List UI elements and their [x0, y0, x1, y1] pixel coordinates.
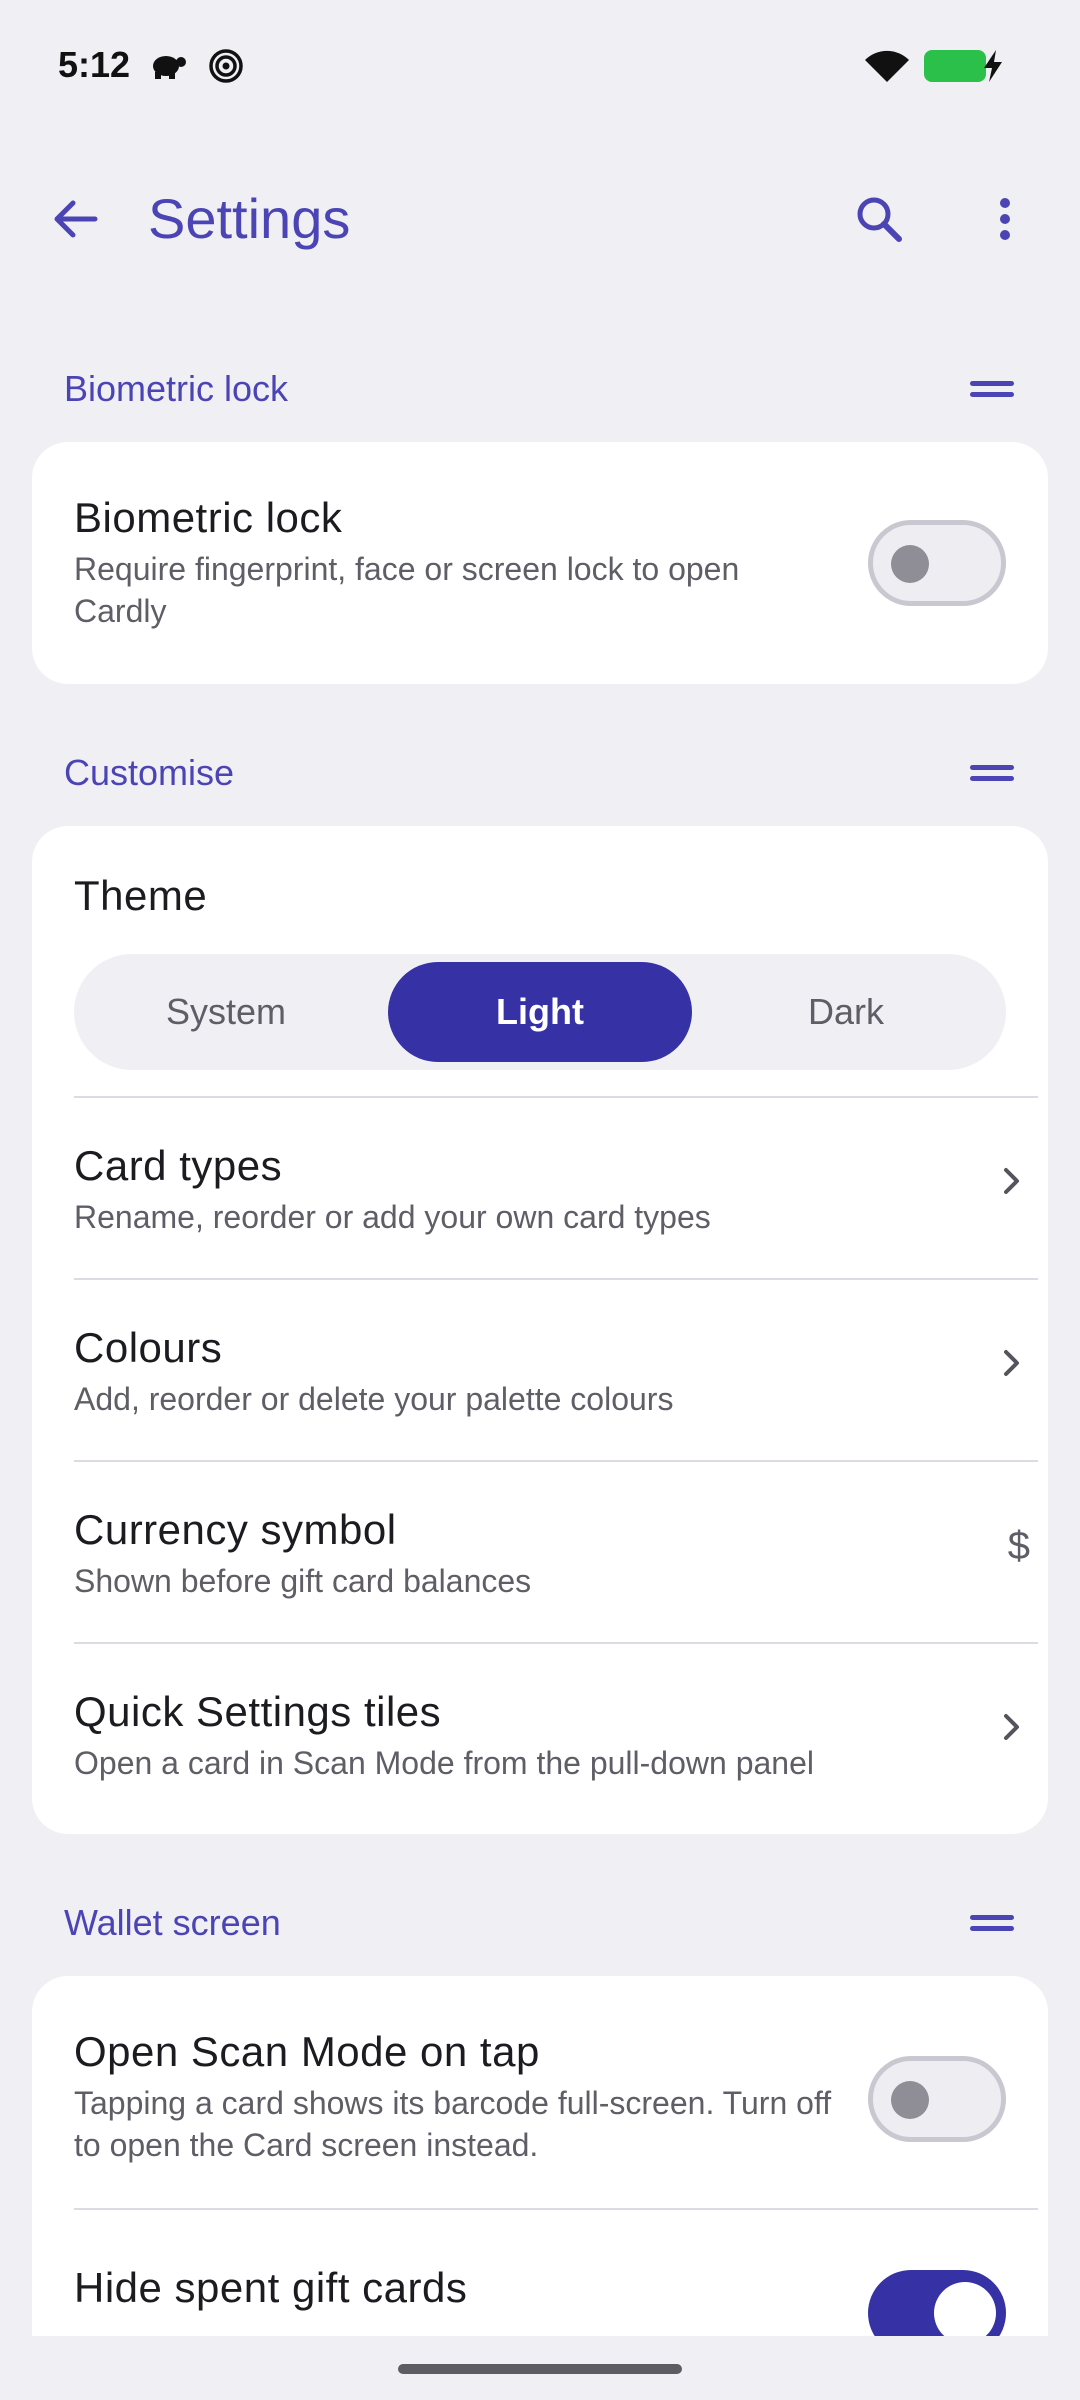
switch-knob — [934, 2282, 996, 2344]
wifi-icon — [865, 50, 909, 82]
item-subtitle: Require fingerprint, face or screen lock… — [74, 551, 740, 629]
page-title: Settings — [148, 187, 351, 250]
item-title: Open Scan Mode on tap — [74, 2028, 540, 2075]
item-title: Biometric lock — [74, 494, 343, 541]
open-scan-mode-switch[interactable] — [868, 2056, 1006, 2142]
open-scan-mode-item[interactable]: Open Scan Mode on tap Tapping a card sho… — [74, 2028, 844, 2166]
section-title: Customise — [64, 752, 235, 793]
status-bar: 5:12 — [0, 0, 1080, 130]
item-subtitle: Shown before gift card balances — [74, 1563, 532, 1599]
colours-item[interactable]: Colours Add, reorder or delete your pale… — [74, 1324, 1038, 1420]
switch-knob — [891, 545, 929, 583]
item-title: Quick Settings tiles — [74, 1688, 442, 1735]
currency-symbol-item[interactable]: Currency symbol Shown before gift card b… — [74, 1506, 1038, 1602]
more-vert-icon — [1000, 198, 1010, 240]
drag-handle-icon[interactable] — [970, 758, 1014, 788]
turtle-icon — [153, 56, 186, 79]
home-indicator[interactable] — [398, 2364, 682, 2374]
theme-segmented-control: System Light Dark — [74, 954, 1006, 1070]
item-subtitle: Tapping a card shows its barcode full-sc… — [74, 2085, 832, 2163]
customise-card: Theme System Light Dark Card types Renam… — [32, 826, 1048, 1834]
top-app-bar: Settings — [0, 150, 1080, 280]
search-button[interactable] — [844, 184, 914, 254]
theme-option-light[interactable]: Light — [388, 962, 692, 1062]
currency-value: $ — [1007, 1524, 1030, 1568]
wallet-card: Open Scan Mode on tap Tapping a card sho… — [32, 1976, 1048, 2396]
item-title: Colours — [74, 1324, 223, 1371]
back-button[interactable] — [40, 184, 110, 254]
divider — [74, 1278, 1038, 1280]
divider — [74, 2208, 1038, 2210]
hide-spent-gift-cards-item[interactable]: Hide spent gift cards — [74, 2264, 844, 2312]
chevron-right-icon — [1004, 1168, 1019, 1194]
biometric-lock-switch[interactable] — [868, 520, 1006, 606]
section-header-biometric: Biometric lock — [64, 358, 1014, 418]
item-subtitle: Open a card in Scan Mode from the pull-d… — [74, 1745, 814, 1781]
theme-option-dark[interactable]: Dark — [694, 962, 998, 1062]
theme-option-system[interactable]: System — [74, 962, 378, 1062]
arrow-left-icon — [54, 200, 98, 238]
item-title: Theme — [74, 872, 208, 919]
theme-item: Theme — [74, 872, 1038, 920]
drag-handle-icon[interactable] — [970, 374, 1014, 404]
item-title: Currency symbol — [74, 1506, 397, 1553]
status-time: 5:12 — [58, 44, 131, 85]
divider — [74, 1642, 1038, 1644]
chevron-right-icon — [1004, 1350, 1019, 1376]
item-subtitle: Add, reorder or delete your palette colo… — [74, 1381, 674, 1417]
more-options-button[interactable] — [970, 184, 1040, 254]
item-subtitle: Rename, reorder or add your own card typ… — [74, 1199, 711, 1235]
item-title: Hide spent gift cards — [74, 2264, 468, 2311]
section-title: Wallet screen — [64, 1902, 281, 1943]
battery-icon — [924, 50, 986, 82]
chevron-right-icon — [1004, 1714, 1019, 1740]
biometric-lock-item[interactable]: Biometric lock Require fingerprint, face… — [74, 494, 834, 632]
switch-knob — [891, 2081, 929, 2119]
section-header-customise: Customise — [64, 742, 1014, 802]
quick-settings-tiles-item[interactable]: Quick Settings tiles Open a card in Scan… — [74, 1688, 1038, 1784]
search-icon — [857, 197, 902, 242]
divider — [74, 1460, 1038, 1462]
drag-handle-icon[interactable] — [970, 1908, 1014, 1938]
charging-bolt-icon — [984, 50, 1002, 82]
spiral-icon — [209, 49, 243, 83]
biometric-card: Biometric lock Require fingerprint, face… — [32, 442, 1048, 684]
item-title: Card types — [74, 1142, 283, 1189]
section-header-wallet: Wallet screen — [64, 1892, 1014, 1952]
section-title: Biometric lock — [64, 368, 289, 409]
card-types-item[interactable]: Card types Rename, reorder or add your o… — [74, 1142, 1038, 1238]
divider — [74, 1096, 1038, 1098]
